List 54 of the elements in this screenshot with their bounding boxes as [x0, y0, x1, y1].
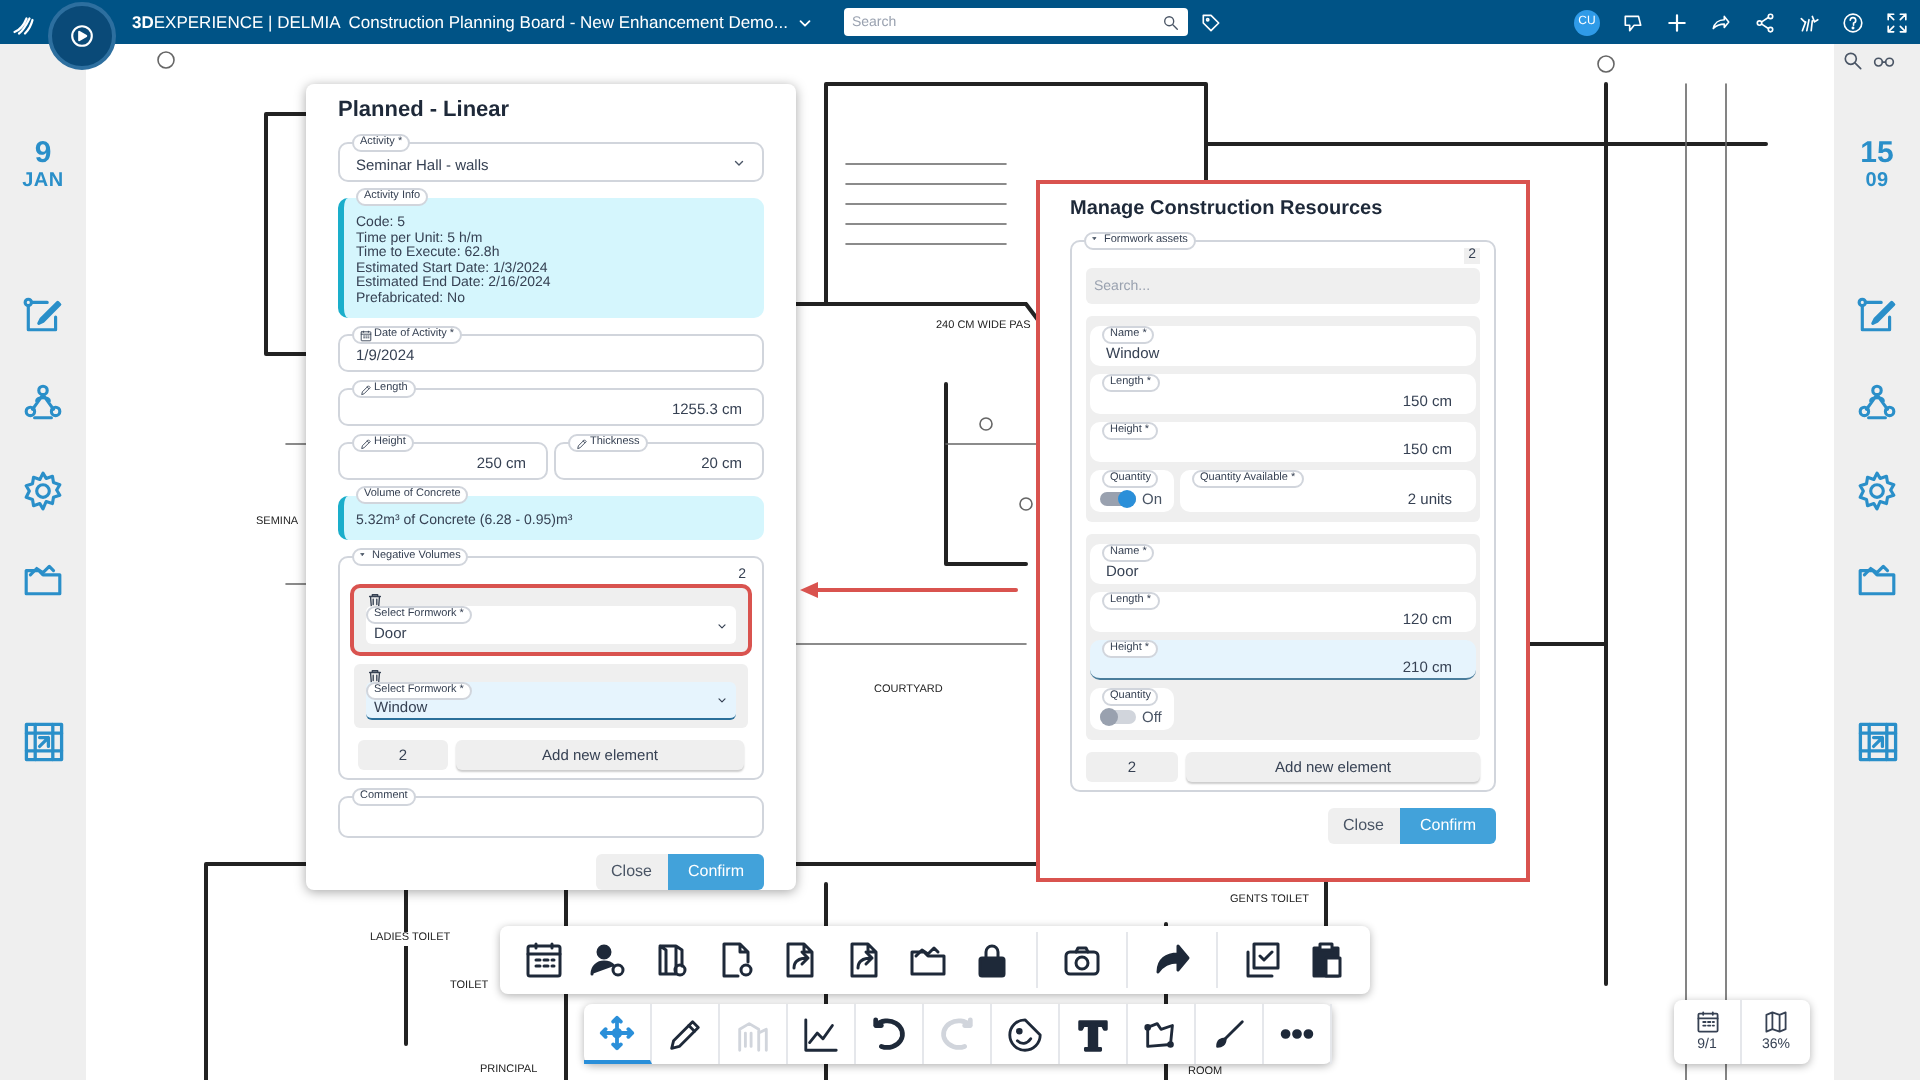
collapse-arrows-icon[interactable] — [1855, 720, 1899, 764]
calendar-icon[interactable] — [1695, 1010, 1719, 1034]
calendar-icon — [360, 329, 372, 341]
close-button[interactable]: Close — [595, 854, 668, 890]
people-network-icon[interactable] — [1856, 382, 1898, 424]
window-title: Construction Planning Board - New Enhancement Demo... — [348, 9, 788, 35]
line-chart-icon — [802, 1015, 840, 1053]
search-icon[interactable] — [1842, 50, 1864, 72]
network-icon[interactable] — [1754, 11, 1776, 33]
people-network-icon[interactable] — [22, 382, 64, 424]
brush-icon — [1210, 1015, 1248, 1053]
date-day: 15 — [1860, 138, 1894, 170]
pencil-icon — [360, 437, 372, 449]
checked-copy-icon[interactable] — [1242, 940, 1282, 980]
fullscreen-icon[interactable] — [1886, 11, 1908, 33]
date-day: 9 — [34, 138, 52, 170]
move-arrows-icon — [598, 1013, 636, 1051]
toggle-switch[interactable] — [1100, 710, 1136, 724]
collapse-arrows-icon[interactable] — [21, 720, 65, 764]
close-button[interactable]: Close — [1327, 808, 1400, 844]
edit-node-icon[interactable] — [22, 294, 64, 336]
compass-button[interactable] — [48, 2, 116, 70]
settings-icon[interactable] — [22, 470, 64, 512]
sticker-icon — [1006, 1015, 1044, 1053]
user-gear-icon[interactable] — [588, 940, 628, 980]
chevron-down-icon — [716, 694, 728, 706]
search-icon — [1161, 13, 1180, 31]
play-icon — [68, 22, 96, 50]
calendar-icon[interactable] — [524, 940, 564, 980]
dialog-title: Planned - Linear — [338, 96, 512, 124]
date-month: JAN — [22, 170, 64, 194]
map-icon[interactable] — [1764, 1010, 1788, 1034]
trash-icon — [366, 592, 384, 610]
chevron-down-icon — [716, 619, 728, 631]
more-icon — [1278, 1026, 1316, 1042]
edit-node-icon[interactable] — [1856, 294, 1898, 336]
share-icon[interactable] — [1710, 11, 1732, 33]
settings-icon[interactable] — [1856, 470, 1898, 512]
pencil-icon — [360, 383, 372, 395]
help-icon[interactable] — [1842, 11, 1864, 33]
pencil-icon — [576, 437, 588, 449]
speech-bubble-icon[interactable] — [1622, 11, 1644, 33]
text-tool-icon — [1074, 1015, 1112, 1053]
plus-icon[interactable] — [1666, 11, 1688, 33]
chevron-down-icon — [732, 155, 746, 169]
tag-icon[interactable] — [1199, 11, 1222, 33]
trash-icon — [366, 668, 384, 686]
dialog-title: Manage Construction Resources — [1070, 196, 1385, 224]
date-month: 09 — [1865, 170, 1889, 194]
brand-name: 3DEXPERIENCE | DELMIA — [132, 9, 341, 35]
toggle-switch[interactable] — [1100, 492, 1136, 506]
redo-icon — [938, 1015, 976, 1053]
pencil-icon — [666, 1015, 704, 1053]
undo-icon — [870, 1015, 908, 1053]
